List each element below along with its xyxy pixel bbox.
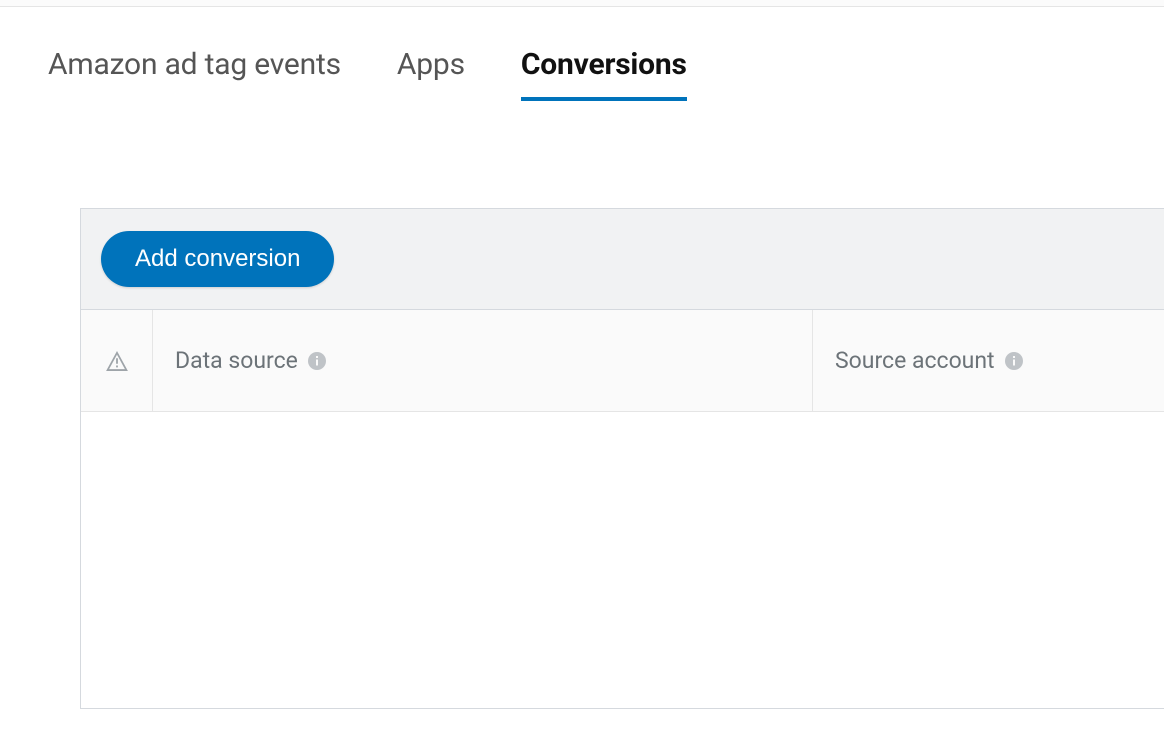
info-icon[interactable] [1005,352,1023,370]
column-source-account[interactable]: Source account [813,310,1164,411]
column-data-source-label: Data source [175,347,298,374]
column-warning [81,310,153,411]
info-icon[interactable] [308,352,326,370]
conversions-panel: Add conversion Data source Source accoun… [80,208,1164,709]
add-conversion-button[interactable]: Add conversion [101,231,334,287]
table-body [81,412,1164,708]
tab-conversions[interactable]: Conversions [521,47,687,100]
table-header-row: Data source Source account [81,310,1164,412]
tab-apps[interactable]: Apps [397,47,465,100]
tabs-container: Amazon ad tag events Apps Conversions [0,7,1164,100]
panel-toolbar: Add conversion [81,209,1164,310]
column-source-account-label: Source account [835,347,995,374]
warning-icon [106,351,128,371]
tab-amazon-ad-tag-events[interactable]: Amazon ad tag events [48,47,341,100]
column-data-source[interactable]: Data source [153,310,813,411]
page-top-border [0,0,1164,7]
